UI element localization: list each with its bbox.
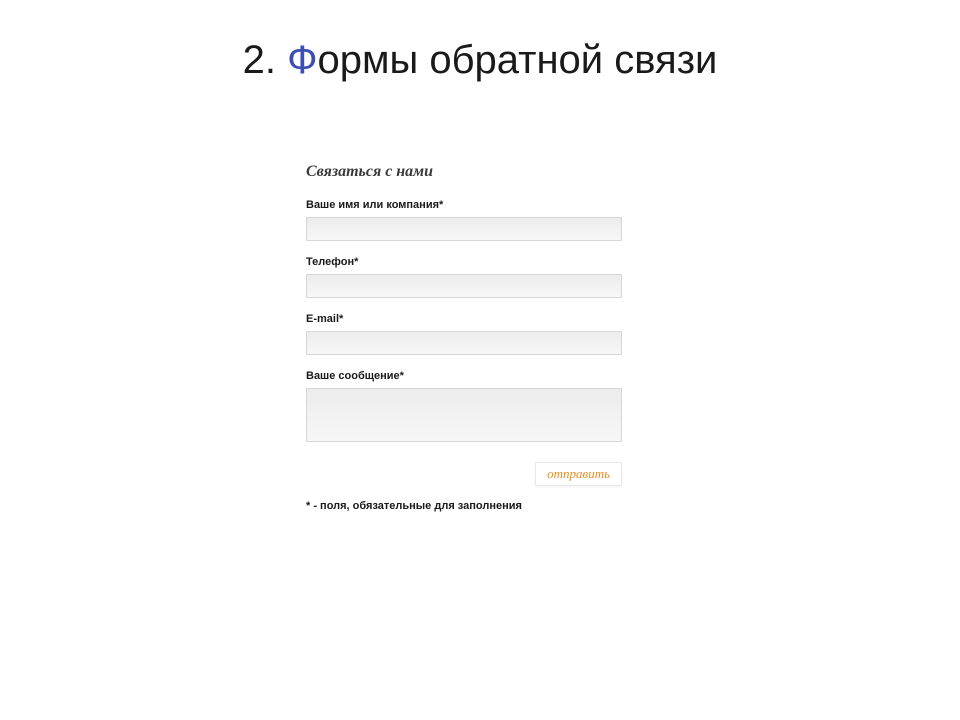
contact-form: Связаться с нами Ваше имя или компания* … bbox=[306, 163, 656, 512]
title-prefix: 2. bbox=[243, 38, 287, 82]
message-label: Ваше сообщение* bbox=[306, 370, 656, 382]
form-group-message: Ваше сообщение* bbox=[306, 370, 656, 447]
slide-title: 2. Формы обратной связи bbox=[0, 38, 960, 83]
name-input[interactable] bbox=[306, 217, 622, 241]
required-note: * - поля, обязательные для заполнения bbox=[306, 500, 656, 512]
submit-button[interactable]: отправить bbox=[535, 462, 622, 486]
name-label: Ваше имя или компания* bbox=[306, 199, 656, 211]
email-input[interactable] bbox=[306, 331, 622, 355]
form-heading: Связаться с нами bbox=[306, 163, 656, 181]
form-group-email: E-mail* bbox=[306, 313, 656, 355]
message-textarea[interactable] bbox=[306, 388, 622, 442]
phone-input[interactable] bbox=[306, 274, 622, 298]
phone-label: Телефон* bbox=[306, 256, 656, 268]
title-rest: ормы обратной связи bbox=[318, 38, 718, 82]
title-first-letter: Ф bbox=[287, 38, 317, 82]
email-label: E-mail* bbox=[306, 313, 656, 325]
form-group-name: Ваше имя или компания* bbox=[306, 199, 656, 241]
form-group-phone: Телефон* bbox=[306, 256, 656, 298]
submit-row: отправить bbox=[306, 462, 622, 486]
